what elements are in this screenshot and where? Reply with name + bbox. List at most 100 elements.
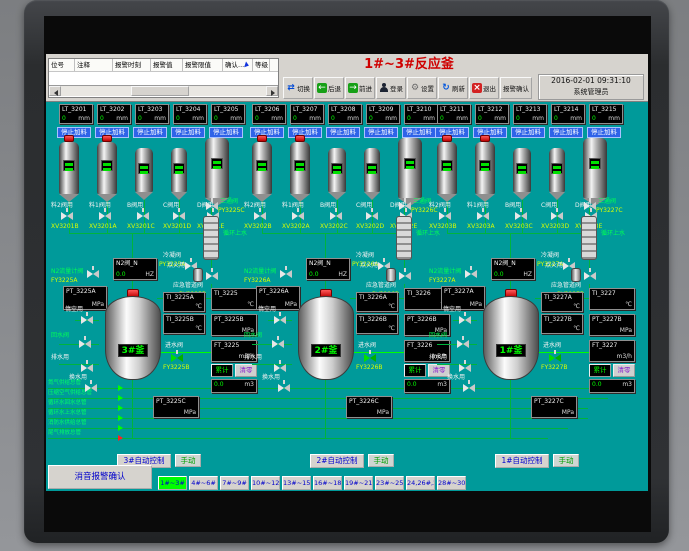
n2-flow-valve[interactable] <box>280 270 292 278</box>
instrument-unit: MPa <box>620 327 632 334</box>
igniter-label: 点火用 <box>167 262 193 270</box>
manual-mode-button[interactable]: 手动 <box>175 454 201 467</box>
instrument-tag: FT_3227 <box>592 342 632 349</box>
drain-valve[interactable] <box>459 364 471 372</box>
page-button-4[interactable]: 10#~12# <box>251 476 280 490</box>
toolbar-button-settings[interactable]: 设置 <box>407 77 437 99</box>
page-button-10[interactable]: 28#~30# <box>437 476 466 490</box>
instrument-tag: LT_3215 <box>592 106 620 113</box>
instrument-tag: TI_3226A <box>359 294 395 301</box>
manual-mode-button[interactable]: 手动 <box>368 454 394 467</box>
inert-purge-valve[interactable] <box>459 316 471 324</box>
pipe-segment <box>325 380 326 438</box>
emergency-pipe-valve[interactable] <box>206 272 218 280</box>
toolbar-button-login[interactable]: 登录 <box>376 77 406 99</box>
tank-hopper <box>328 192 346 200</box>
totalizer-accumulate-button[interactable]: 累计 <box>211 364 233 377</box>
inert-purge-valve[interactable] <box>81 316 93 324</box>
alarm-summary-table[interactable]: 位号注释报警时刻报警值报警限值确认...等级 <box>48 58 279 98</box>
feed-valve[interactable] <box>99 212 111 220</box>
auto-control-button[interactable]: 1#自动控制 <box>495 454 549 468</box>
feed-valve[interactable] <box>515 212 527 220</box>
inlet-water-valve[interactable] <box>549 354 561 362</box>
emergency-pipe-valve[interactable] <box>399 272 411 280</box>
feed-valve[interactable] <box>254 212 266 220</box>
manual-mode-button[interactable]: 手动 <box>553 454 579 467</box>
totalizer-unit: m3 <box>622 381 632 388</box>
feed-valve[interactable] <box>551 212 563 220</box>
toolbar-button-back[interactable]: 后退 <box>314 77 344 99</box>
feed-valve[interactable] <box>477 212 489 220</box>
feed-valve[interactable] <box>173 212 185 220</box>
settings-icon <box>410 83 420 93</box>
scrollbar-thumb[interactable] <box>131 86 189 96</box>
water-exchange-valve[interactable] <box>463 384 475 392</box>
auto-control-button[interactable]: 2#自动控制 <box>310 454 364 468</box>
instrument-box: PT_3226CMPa <box>346 396 392 418</box>
inlet-water-valve[interactable] <box>171 354 183 362</box>
totalizer-accumulate-button[interactable]: 累计 <box>589 364 611 377</box>
feed-valve[interactable] <box>366 212 378 220</box>
page-button-2[interactable]: 4#~6# <box>189 476 218 490</box>
feed-stop-label: 停止加料 <box>511 127 545 138</box>
n2-flow-valve[interactable] <box>87 270 99 278</box>
page-button-1[interactable]: 1#~3# <box>158 476 187 490</box>
exit-icon <box>472 83 482 93</box>
toolbar-button-switch[interactable]: 切换 <box>283 77 313 99</box>
drain-valve[interactable] <box>274 364 286 372</box>
page-button-3[interactable]: 7#~9# <box>220 476 249 490</box>
inlet-water-valve-tag: FY3226B <box>356 364 394 372</box>
n2-flow-valve[interactable] <box>465 270 477 278</box>
scroll-left-icon[interactable] <box>49 86 61 96</box>
instrument-box: LT_32010mm <box>59 104 93 124</box>
three-way-valve[interactable] <box>206 202 218 210</box>
instrument-unit: mm <box>309 115 321 122</box>
reactor-group-3: LT_32010mm停止加料LT_32020mm停止加料LT_32030mm停止… <box>51 102 246 491</box>
return-water-valve[interactable] <box>457 340 469 348</box>
mute-alarm-ack-button[interactable]: 消音报警确认 <box>48 465 152 489</box>
three-way-valve[interactable] <box>399 202 411 210</box>
toolbar-button-forward[interactable]: 前进 <box>345 77 375 99</box>
emergency-pipe-valve[interactable] <box>584 272 596 280</box>
water-exchange-valve[interactable] <box>85 384 97 392</box>
return-water-valve[interactable] <box>79 340 91 348</box>
toolbar-button-alarm-ack[interactable]: 报警确认 <box>500 77 532 99</box>
instrument-tag: LT_3203 <box>138 106 166 113</box>
instrument-tag: LT_3206 <box>255 106 283 113</box>
totalizer-reset-button[interactable]: 清零 <box>613 364 635 377</box>
instrument-unit: mm <box>271 115 283 122</box>
tank-hopper <box>97 194 117 202</box>
page-button-6[interactable]: 16#~18# <box>313 476 342 490</box>
instrument-box: LT_32120mm <box>475 104 509 124</box>
page-button-9[interactable]: 24,26#,27 <box>406 476 435 490</box>
instrument-unit: MPa <box>562 409 574 416</box>
feed-valve[interactable] <box>292 212 304 220</box>
toolbar-button-refresh[interactable]: 刷新 <box>438 77 468 99</box>
instrument-tag: N2阀_N <box>494 260 532 267</box>
instrument-tag: LT_3202 <box>100 106 128 113</box>
feed-valve[interactable] <box>61 212 73 220</box>
page-button-5[interactable]: 13#~15# <box>282 476 311 490</box>
feed-valve[interactable] <box>330 212 342 220</box>
inert-purge-valve[interactable] <box>274 316 286 324</box>
page-button-8[interactable]: 23#~25# <box>375 476 404 490</box>
instrument-tag: PT_3226C <box>349 398 389 405</box>
return-water-valve-label: 回水阀 <box>51 332 77 340</box>
water-exchange-valve[interactable] <box>278 384 290 392</box>
return-water-valve[interactable] <box>272 340 284 348</box>
toolbar-button-label: 设置 <box>421 83 434 93</box>
tank-level-display <box>441 160 453 171</box>
totalizer-accumulate-button[interactable]: 累计 <box>404 364 426 377</box>
feed-valve[interactable] <box>137 212 149 220</box>
scrollbar-track[interactable] <box>61 86 266 96</box>
feed-valve[interactable] <box>439 212 451 220</box>
inlet-water-valve[interactable] <box>364 354 376 362</box>
monitor-bezel: 位号注释报警时刻报警值报警限值确认...等级 1#~3#反应釜 切换后退前进登录… <box>24 0 669 543</box>
instrument-box: LT_32140mm <box>551 104 585 124</box>
alarm-scrollbar[interactable] <box>49 85 278 96</box>
page-button-7[interactable]: 19#~21# <box>344 476 373 490</box>
drain-valve[interactable] <box>81 364 93 372</box>
three-way-valve[interactable] <box>584 202 596 210</box>
scroll-right-icon[interactable] <box>266 86 278 96</box>
toolbar-button-exit[interactable]: 退出 <box>469 77 499 99</box>
